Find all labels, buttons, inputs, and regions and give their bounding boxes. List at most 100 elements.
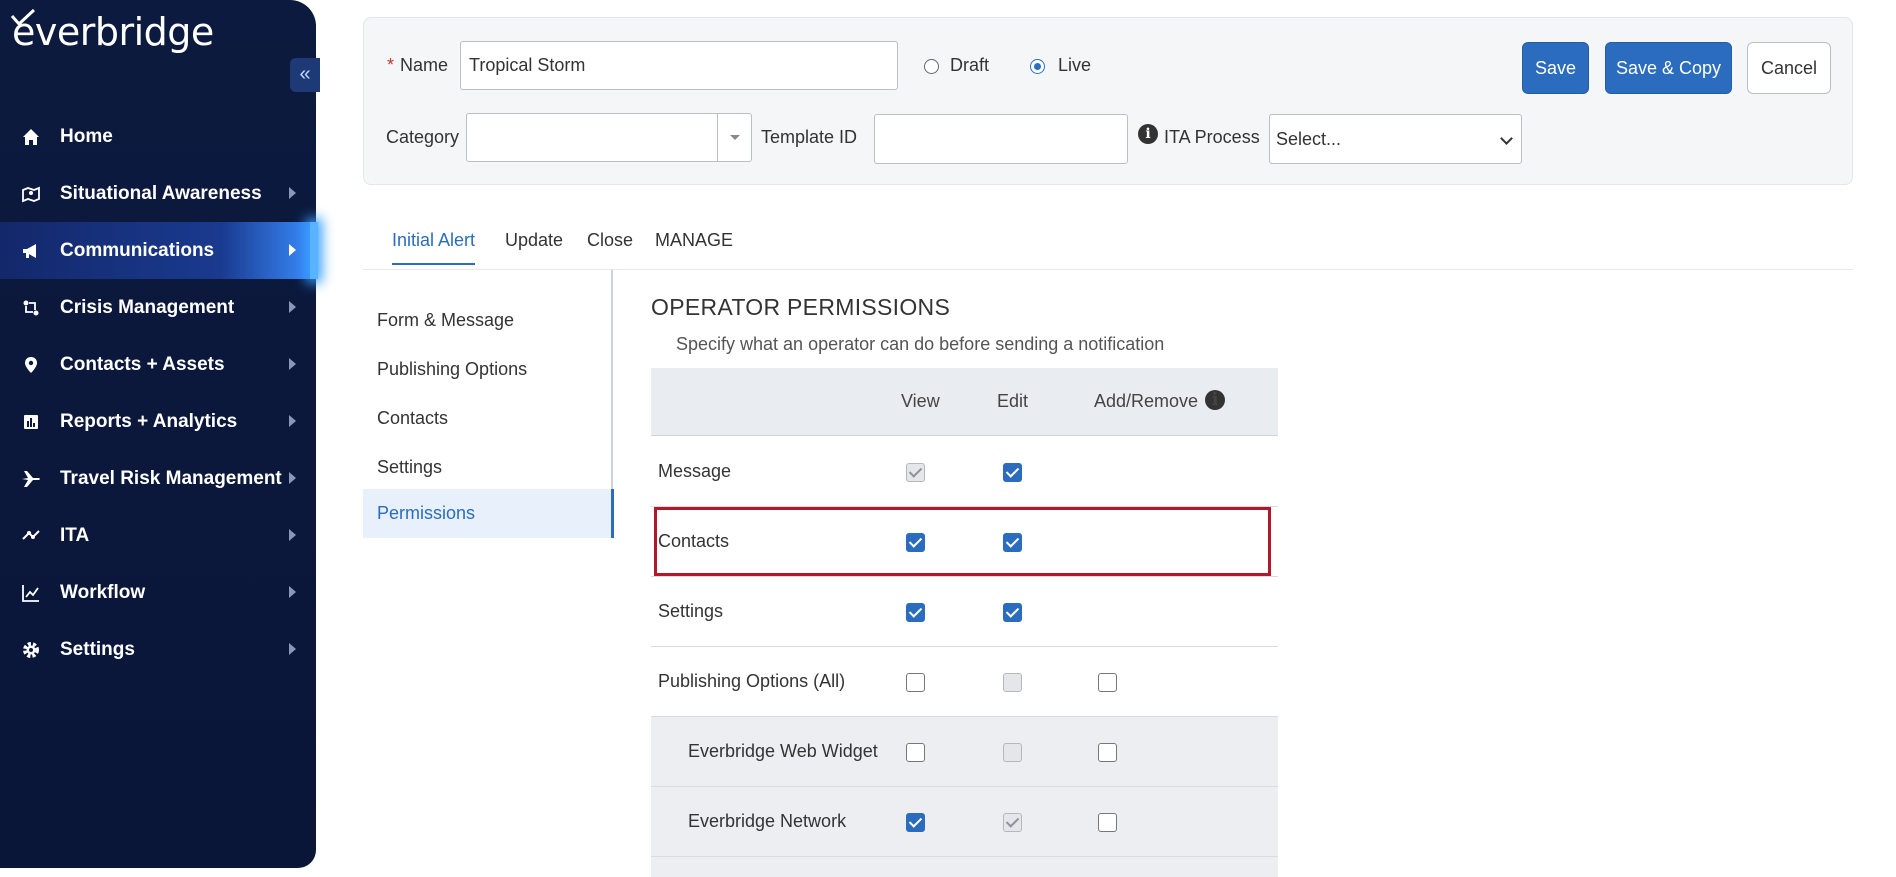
collapse-sidebar-button[interactable]: «	[290, 58, 320, 92]
submenu-label: Settings	[377, 457, 443, 477]
live-radio[interactable]	[1030, 59, 1045, 74]
nav-item-crisis-management[interactable]: Crisis Management	[0, 279, 316, 336]
submenu-label: Contacts	[377, 408, 449, 428]
nav-item-reports-analytics[interactable]: Reports + Analytics	[0, 393, 316, 450]
name-label-text: Name	[400, 55, 449, 75]
alert-phase-tabs: Initial Alert Update Close MANAGE	[363, 222, 1853, 270]
save-copy-button[interactable]: Save & Copy	[1605, 42, 1732, 94]
category-select[interactable]	[466, 113, 752, 162]
submenu-permissions[interactable]: Permissions	[363, 489, 614, 538]
chevron-right-icon	[289, 415, 296, 427]
section-submenu: Form & Message Publishing Options Contac…	[363, 270, 614, 538]
row-label: Publishing Options (All)	[658, 671, 846, 691]
nav-label: Communications	[60, 239, 215, 261]
submenu-form-message[interactable]: Form & Message	[363, 296, 613, 345]
tab-manage[interactable]: MANAGE	[655, 230, 733, 251]
submenu-contacts[interactable]: Contacts	[363, 394, 613, 443]
chevron-down-icon[interactable]	[717, 114, 751, 161]
submenu-settings[interactable]: Settings	[363, 443, 613, 492]
nav-item-home[interactable]: Home	[0, 108, 316, 165]
row-label: Settings	[658, 601, 724, 621]
draft-label: Draft	[950, 55, 990, 75]
permissions-title: OPERATOR PERMISSIONS	[651, 294, 951, 320]
nav-item-communications[interactable]: Communications	[0, 222, 318, 279]
plane-icon	[20, 468, 42, 490]
live-label: Live	[1058, 55, 1092, 75]
cancel-button[interactable]: Cancel	[1747, 42, 1831, 94]
nav-label: Workflow	[60, 581, 146, 603]
nav-label: Settings	[60, 638, 135, 660]
save-button[interactable]: Save	[1522, 42, 1589, 94]
template-id-input[interactable]	[874, 114, 1128, 164]
row-label: Everbridge Web Widget	[688, 741, 878, 761]
settings-edit-checkbox[interactable]	[1003, 603, 1022, 622]
ita-process-label: ITA Process	[1164, 127, 1260, 147]
chevron-right-icon	[289, 586, 296, 598]
tab-close[interactable]: Close	[587, 230, 633, 251]
nav-item-situational-awareness[interactable]: Situational Awareness	[0, 165, 316, 222]
tab-initial-alert[interactable]: Initial Alert	[392, 230, 476, 265]
everbridge-logo[interactable]: everbridge	[10, 8, 214, 54]
ita-process-value: Select...	[1276, 128, 1342, 149]
settings-view-checkbox[interactable]	[906, 603, 925, 622]
info-icon[interactable]: i	[1205, 390, 1225, 410]
nav-item-workflow[interactable]: Workflow	[0, 564, 316, 621]
sidebar: everbridge « Home Situational Awareness …	[0, 0, 320, 868]
web-widget-edit-checkbox	[1003, 743, 1022, 762]
required-marker: *	[387, 55, 395, 75]
permissions-table-header: View Edit Add/Remove i	[651, 368, 1278, 436]
web-widget-view-checkbox[interactable]	[906, 743, 925, 762]
nav-item-contacts-assets[interactable]: Contacts + Assets	[0, 336, 316, 393]
template-id-label: Template ID	[761, 127, 858, 147]
network-add-checkbox[interactable]	[1098, 813, 1117, 832]
info-icon[interactable]: i	[1138, 124, 1158, 144]
nav-item-settings[interactable]: Settings	[0, 621, 316, 678]
message-edit-checkbox[interactable]	[1003, 463, 1022, 482]
logo-check-icon	[10, 8, 36, 27]
tab-update[interactable]: Update	[505, 230, 563, 251]
nav-item-ita[interactable]: ITA	[0, 507, 316, 564]
network-edit-checkbox	[1003, 813, 1022, 832]
submenu-label: Publishing Options	[377, 359, 528, 379]
publishing-all-view-checkbox[interactable]	[906, 673, 925, 692]
chevron-right-icon	[289, 301, 296, 313]
megaphone-icon	[20, 240, 42, 262]
draft-radio[interactable]	[924, 59, 939, 74]
ita-icon	[20, 525, 42, 547]
category-label: Category	[386, 127, 460, 147]
row-label: Everbridge Network	[688, 811, 847, 831]
network-view-checkbox[interactable]	[906, 813, 925, 832]
chevron-right-icon	[289, 358, 296, 370]
crisis-icon	[20, 297, 42, 319]
nav-label: Contacts + Assets	[60, 353, 225, 375]
submenu-publishing-options[interactable]: Publishing Options	[363, 345, 613, 394]
chevron-right-icon	[289, 472, 296, 484]
publishing-all-add-checkbox[interactable]	[1098, 673, 1117, 692]
nav-label: ITA	[60, 524, 90, 546]
nav-label: Situational Awareness	[60, 182, 262, 204]
web-widget-add-checkbox[interactable]	[1098, 743, 1117, 762]
chevron-right-icon	[289, 643, 296, 655]
chevron-down-icon	[1500, 132, 1513, 145]
main-nav: Home Situational Awareness Communication…	[0, 108, 318, 678]
chevron-right-icon	[289, 244, 296, 256]
name-label: * Name	[387, 55, 448, 76]
nav-item-travel-risk-management[interactable]: Travel Risk Management	[0, 450, 316, 507]
table-row: Everbridge Web Widget	[651, 717, 1278, 787]
submenu-label: Form & Message	[377, 310, 515, 330]
nav-label: Reports + Analytics	[60, 410, 238, 432]
location-pin-icon	[20, 354, 42, 376]
chevron-right-icon	[289, 187, 296, 199]
template-header-panel: * Name Tropical Storm Draft Live Save Sav…	[363, 17, 1853, 185]
home-icon	[20, 126, 42, 148]
message-view-checkbox	[906, 463, 925, 482]
column-add-remove: Add/Remove	[1094, 391, 1199, 411]
column-view: View	[901, 391, 940, 411]
table-row: Settings	[651, 577, 1278, 647]
name-input[interactable]: Tropical Storm	[460, 41, 898, 90]
table-row	[651, 857, 1278, 877]
permissions-subtitle: Specify what an operator can do before s…	[676, 334, 1165, 354]
nav-label: Crisis Management	[60, 296, 235, 318]
ita-process-select[interactable]: Select...	[1269, 114, 1522, 164]
line-chart-icon	[20, 582, 42, 604]
